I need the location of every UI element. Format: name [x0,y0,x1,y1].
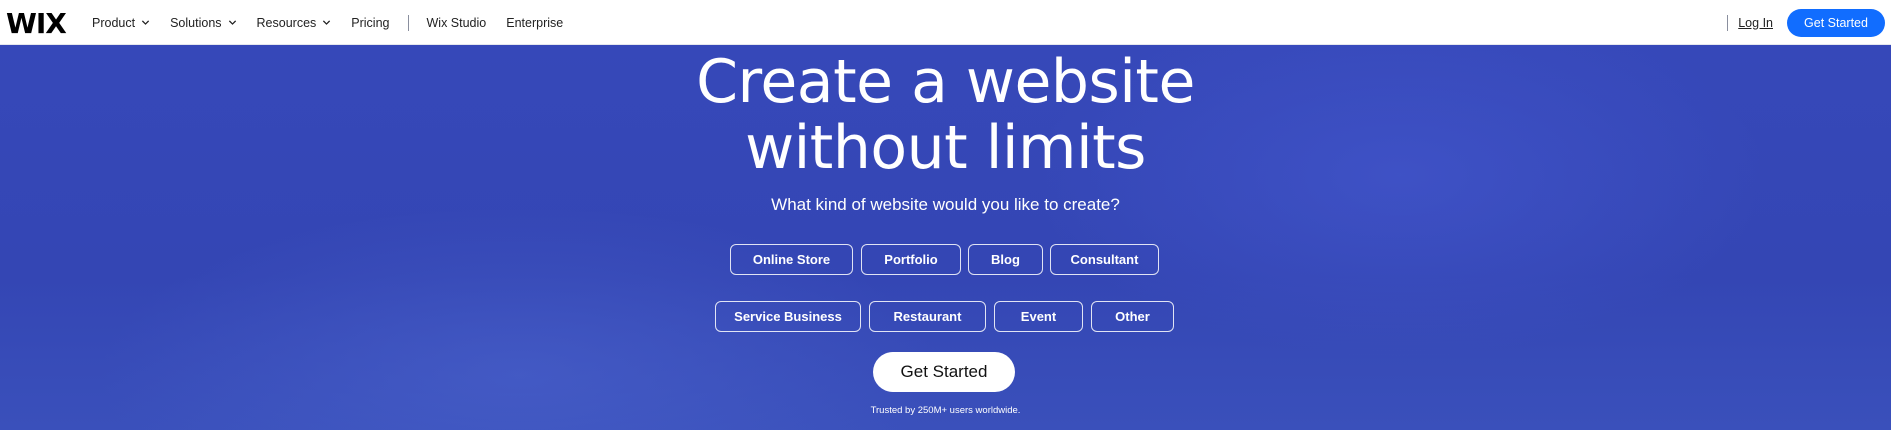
nav-solutions-menu[interactable]: Solutions [170,16,236,30]
nav-product-menu[interactable]: Product [92,16,150,30]
category-consultant[interactable]: Consultant [1050,244,1159,275]
nav-divider-right [1727,14,1729,31]
nav-product-label: Product [92,15,136,30]
chevron-down-icon [323,20,331,25]
hero-subheading: What kind of website would you like to c… [771,195,1120,214]
trust-text: Trusted by 250M+ users worldwide. [870,405,1021,416]
chevron-down-icon [228,20,236,25]
category-portfolio[interactable]: Portfolio [861,244,961,275]
category-event[interactable]: Event [994,301,1083,332]
hero-headline-line2: without limits [745,113,1146,183]
category-service-business[interactable]: Service Business [715,301,861,332]
nav-resources-label: Resources [256,15,317,30]
nav-divider [407,14,409,31]
chevron-down-icon [141,20,150,25]
top-nav: WIX Product Solutions Resources Pricing … [0,0,1891,45]
category-other[interactable]: Other [1091,301,1174,332]
nav-get-started-button[interactable]: Get Started [1787,8,1885,37]
nav-wix-studio-link[interactable]: Wix Studio [427,16,487,30]
hero-headline: Create a website without limits [0,49,1891,181]
hero-get-started-button[interactable]: Get Started [873,352,1015,392]
login-link[interactable]: Log In [1738,16,1773,30]
category-blog[interactable]: Blog [968,244,1043,275]
hero-section: Create a website without limits What kin… [0,45,1891,430]
hero-headline-line1: Create a website [696,47,1195,117]
nav-pricing-link[interactable]: Pricing [351,16,389,30]
nav-actions: Log In Get Started [1727,0,1891,45]
nav-links: Product Solutions Resources Pricing Wix … [92,0,583,45]
category-restaurant[interactable]: Restaurant [869,301,986,332]
nav-enterprise-link[interactable]: Enterprise [506,16,563,30]
wix-logo[interactable]: WIX [6,7,67,40]
nav-resources-menu[interactable]: Resources [257,16,332,30]
category-online-store[interactable]: Online Store [730,244,853,275]
nav-solutions-label: Solutions [170,15,222,30]
